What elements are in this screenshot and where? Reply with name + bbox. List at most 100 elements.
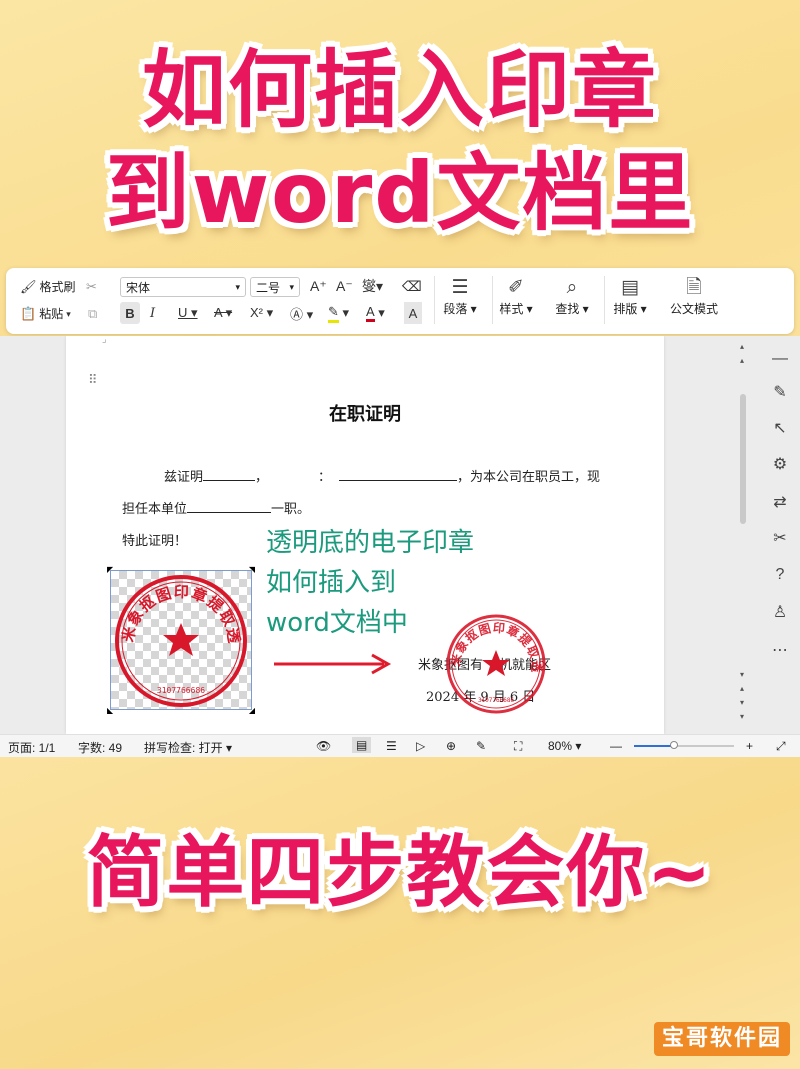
help-icon[interactable]: ? — [762, 566, 798, 584]
zoom-slider[interactable] — [634, 741, 734, 749]
phonetic-guide-icon[interactable]: 燮▾ — [362, 279, 383, 293]
drag-handle-icon[interactable]: ⠿ — [88, 372, 98, 388]
scroll-top-icon[interactable]: ▴ — [740, 342, 744, 351]
status-bar: 页面: 1/1 字数: 49 拼写检查: 打开 ▾ 👁 ▤ ☰ ▷ ⊕ ✎ ⛶ … — [0, 734, 800, 757]
official-document-icon: 🗎 — [686, 277, 702, 298]
outline-view-icon[interactable]: ☰ — [386, 739, 397, 753]
spell-check-toggle[interactable]: 拼写检查: 打开 ▾ — [144, 739, 232, 756]
italic-icon: I — [150, 305, 156, 321]
format-painter-button[interactable]: 🖌 格式刷 — [20, 278, 76, 295]
layout-label: 排版 — [613, 302, 638, 316]
paragraph-button[interactable]: ☰ 段落 ▾ — [432, 276, 488, 317]
zoom-value: 80% — [548, 739, 573, 753]
vertical-scrollbar[interactable] — [740, 394, 746, 524]
page-view-icon[interactable]: ▤ — [352, 737, 372, 753]
text-effect-icon: Ⓐ ▾ — [290, 306, 314, 322]
doc-line-2-b: 一职。 — [271, 502, 311, 517]
find-label: 查找 — [555, 302, 580, 316]
collapse-icon[interactable]: — — [762, 350, 798, 368]
bold-button[interactable]: B — [120, 302, 140, 324]
arrow-right-icon — [274, 653, 392, 675]
stamp-image-selected[interactable]: 米象抠图印章提取透明底 3107766686 ◤ ◥ ◣ ◢ — [103, 557, 255, 715]
doc-line-1-a: 兹证明 — [164, 470, 204, 485]
font-color-button[interactable]: A ▾ — [366, 302, 385, 324]
document-page[interactable]: ⌟ ⠿ 在职证明 兹证明 ， ： ，为本公司在职员工，现 担任本单位 一职。 特此证明！… — [66, 336, 664, 734]
settings-sliders-icon[interactable]: ⚙ — [762, 454, 798, 474]
layout-button[interactable]: ▤ 排版 ▾ — [602, 276, 658, 317]
blank-name — [203, 468, 256, 481]
underline-button[interactable]: U ▾ — [178, 302, 198, 324]
strikethrough-icon: A ▾ — [214, 305, 233, 320]
paste-icon: 📋 — [20, 305, 37, 321]
find-button[interactable]: ⌕ 查找 ▾ — [544, 276, 600, 317]
zoom-in-icon[interactable]: + — [746, 739, 753, 753]
text-effect-button[interactable]: Ⓐ ▾ — [290, 302, 313, 324]
headline-line-3: 简单四步教会你~ — [86, 828, 714, 918]
web-view-icon[interactable]: ⊕ — [446, 739, 456, 753]
shirt-skin-icon[interactable]: ♙ — [762, 602, 798, 622]
watermark-logo: 宝哥软件园 — [654, 1022, 790, 1056]
scroll-down-icon[interactable]: ▾ — [740, 670, 744, 679]
shrink-font-icon[interactable]: A⁻ — [336, 279, 353, 293]
ribbon-toolbar: 🖌 格式刷 ✂ 📋 粘贴 ▾ ⧉ 宋体 ▾ 二号 ▾ A⁺ A⁻ 燮▾ ⌫ B … — [6, 268, 794, 334]
highlight-button[interactable]: ✎ ▾ — [328, 302, 349, 324]
word-count: 字数: 49 — [78, 741, 123, 755]
grow-font-icon[interactable]: A⁺ — [310, 279, 327, 293]
font-name-select[interactable]: 宋体 ▾ — [120, 277, 246, 297]
underline-icon: U ▾ — [178, 305, 198, 320]
resize-handle-icon[interactable]: ◤ — [107, 565, 113, 574]
page-count: 页面: 1/1 — [8, 741, 56, 755]
blank-id — [339, 468, 458, 481]
fit-screen-icon[interactable]: ⛶ — [514, 739, 522, 754]
pen-mode-icon[interactable]: ✎ — [476, 739, 486, 753]
tools-icon[interactable]: ✂ — [762, 528, 798, 548]
annotation-line-1: 透明底的电子印章 — [266, 528, 475, 558]
doc-line-1-d: ，为本公司在职员工，现 — [457, 470, 601, 485]
paragraph-label: 段落 — [443, 302, 468, 316]
fullscreen-icon[interactable]: ⤢ — [776, 739, 786, 754]
scroll-up-icon[interactable]: ▴ — [740, 356, 744, 365]
stamp-right-svg[interactable]: 米象抠图印章提取透明底 3107766686 — [444, 612, 548, 716]
eye-icon[interactable]: 👁 — [316, 739, 331, 753]
bold-icon: B — [125, 305, 135, 321]
doc-line-1: 兹证明 ， ： ，为本公司在职员工，现 — [164, 466, 600, 485]
zoom-level[interactable]: 80% ▾ — [548, 739, 581, 753]
next-page-icon[interactable]: ▾ — [740, 698, 744, 707]
more-icon[interactable]: ⋯ — [762, 640, 798, 660]
font-size-select[interactable]: 二号 ▾ — [250, 277, 300, 297]
official-mode-button[interactable]: 🗎 公文模式 — [662, 276, 726, 317]
zoom-slider-thumb[interactable] — [670, 741, 678, 749]
doc-line-2: 担任本单位 一职。 — [122, 498, 310, 517]
font-name-value: 宋体 — [126, 280, 151, 295]
resize-handle-icon[interactable]: ◢ — [249, 706, 255, 715]
clear-format-icon[interactable]: ⌫ — [402, 279, 422, 293]
char-shading-button[interactable]: A — [404, 302, 422, 324]
blank-position — [187, 500, 272, 513]
edit-pen-icon[interactable]: ✎ — [762, 382, 798, 402]
style-button[interactable]: ✐ 样式 ▾ — [488, 276, 544, 317]
stamp-right-number: 3107766686 — [478, 697, 515, 704]
resize-handle-icon[interactable]: ◥ — [249, 565, 255, 574]
superscript-button[interactable]: X² ▾ — [250, 302, 273, 324]
doc-line-1-c: ： — [318, 470, 332, 485]
scroll-bottom-icon[interactable]: ▾ — [740, 712, 744, 721]
prev-page-icon[interactable]: ▴ — [740, 684, 744, 693]
translate-icon[interactable]: ⇄ — [762, 492, 798, 512]
resize-handle-icon[interactable]: ◣ — [107, 706, 113, 715]
stamp-left-number: 3107766686 — [157, 686, 205, 695]
paste-button[interactable]: 📋 粘贴 ▾ — [20, 305, 71, 322]
select-cursor-icon[interactable]: ↖ — [762, 418, 798, 438]
style-brush-icon: ✐ — [508, 277, 524, 298]
annotation-line-2: 如何插入到 — [266, 568, 397, 598]
format-painter-icon: 🖌 — [20, 278, 37, 294]
zoom-out-icon[interactable]: — — [610, 739, 622, 753]
doc-line-2-a: 担任本单位 — [122, 502, 188, 517]
superscript-icon: X² ▾ — [250, 305, 274, 320]
highlight-icon: ✎ — [328, 304, 339, 323]
copy-icon[interactable]: ⧉ — [88, 307, 97, 321]
cut-icon[interactable]: ✂ — [86, 280, 97, 294]
strikethrough-button[interactable]: A ▾ — [214, 302, 232, 324]
font-color-icon: A — [366, 304, 375, 322]
play-icon[interactable]: ▷ — [416, 739, 425, 753]
italic-button[interactable]: I — [150, 302, 155, 324]
